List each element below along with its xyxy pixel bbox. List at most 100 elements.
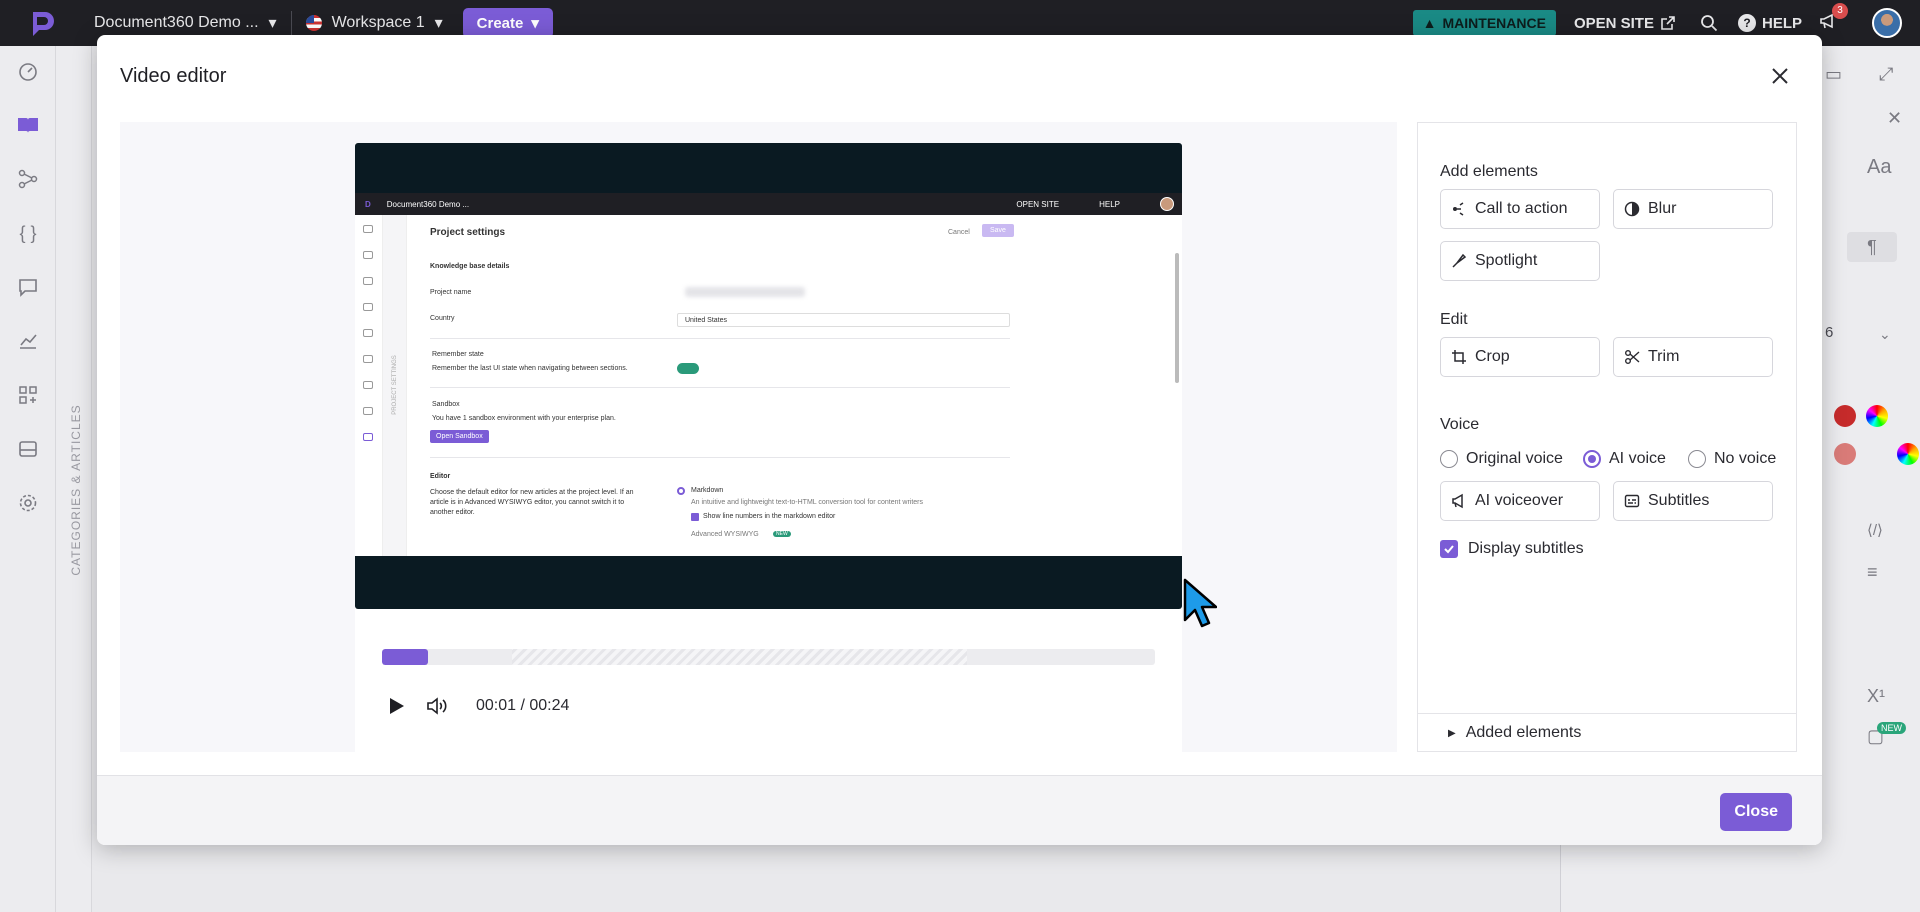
- editor-tools-panel: Add elements Call to action Blur Spotlig…: [1417, 122, 1797, 752]
- color-picker-icon[interactable]: [1897, 443, 1919, 465]
- font-size-value: 6: [1825, 324, 1834, 341]
- play-icon[interactable]: [382, 691, 412, 721]
- voice-option-none[interactable]: No voice: [1688, 450, 1776, 468]
- modal-title: Video editor: [120, 65, 227, 87]
- frame-cancel: Cancel: [948, 229, 970, 236]
- dashboard-icon[interactable]: [16, 60, 40, 84]
- documentation-icon[interactable]: [16, 113, 40, 137]
- subtitles-label: Subtitles: [1648, 492, 1710, 509]
- frame-country-label: Country: [430, 315, 455, 322]
- question-icon: ?: [1737, 14, 1756, 32]
- divider: [290, 11, 292, 35]
- project-name: Document360 Demo ...: [94, 14, 259, 31]
- workflow-icon[interactable]: [16, 167, 40, 191]
- close-icon[interactable]: [1767, 63, 1793, 89]
- integrations-icon[interactable]: [16, 383, 40, 407]
- trim-button[interactable]: Trim: [1613, 337, 1773, 377]
- added-elements-toggle[interactable]: ▶ Added elements: [1418, 713, 1796, 752]
- external-link-icon: [1661, 16, 1675, 30]
- frame-open-site: OPEN SITE: [1016, 199, 1060, 209]
- frame-logo: D: [365, 199, 371, 209]
- time-display: 00:01 / 00:24: [476, 697, 570, 714]
- open-site-label: OPEN SITE: [1573, 14, 1654, 32]
- voice-option-ai[interactable]: AI voice: [1583, 450, 1666, 468]
- subtitles-button[interactable]: Subtitles: [1613, 481, 1773, 521]
- display-subtitles-checkbox[interactable]: Display subtitles: [1440, 540, 1584, 558]
- frame-new-badge: NEW: [773, 531, 791, 537]
- paragraph-icon[interactable]: ¶: [1847, 232, 1897, 262]
- caret-right-icon: ▶: [1448, 727, 1456, 739]
- frame-open-sandbox: Open Sandbox: [430, 430, 489, 443]
- frame-remember-desc: Remember the last UI state when navigati…: [432, 365, 628, 372]
- frame-sandbox-desc: You have 1 sandbox environment with your…: [432, 415, 616, 422]
- api-icon[interactable]: { }: [16, 221, 40, 245]
- frame-editor-desc-3: another editor.: [430, 509, 475, 516]
- code-icon[interactable]: ⟨/⟩: [1867, 521, 1883, 539]
- color-swatch-red[interactable]: [1834, 405, 1856, 427]
- volume-icon[interactable]: [422, 691, 452, 721]
- close-button[interactable]: Close: [1720, 793, 1792, 831]
- video-preview[interactable]: D Document360 Demo ... OPEN SITE HELP PR…: [355, 143, 1182, 609]
- frame-toggle: [677, 363, 699, 374]
- chevron-down-icon[interactable]: ⌄: [1879, 326, 1891, 343]
- expand-icon[interactable]: ⤢: [1879, 64, 1893, 85]
- frame-section-kb: Knowledge base details: [430, 263, 510, 270]
- notification-count: 3: [1832, 2, 1848, 19]
- list-icon[interactable]: ≡: [1867, 562, 1878, 583]
- caret-down-icon: ▾: [434, 15, 443, 32]
- spotlight-button[interactable]: Spotlight: [1440, 241, 1600, 281]
- project-switcher[interactable]: Document360 Demo ... ▾: [94, 13, 277, 33]
- crop-icon: [1451, 349, 1467, 365]
- frame-sandbox-title: Sandbox: [432, 401, 460, 408]
- announcements-button[interactable]: 3: [1818, 2, 1848, 36]
- color-swatch-pink[interactable]: [1834, 443, 1856, 465]
- voice-option-original[interactable]: Original voice: [1440, 450, 1563, 468]
- radio-circle: [1440, 450, 1458, 468]
- modal-footer: Close: [97, 775, 1822, 845]
- document360-logo[interactable]: [20, 0, 64, 46]
- create-label: Create: [476, 14, 524, 32]
- display-subtitles-label: Display subtitles: [1468, 540, 1584, 557]
- comment-icon[interactable]: ▭: [1825, 64, 1842, 85]
- frame-markdown-desc: An intuitive and lightweight text-to-HTM…: [691, 499, 924, 506]
- radio-circle-selected: [1583, 450, 1601, 468]
- maintenance-badge[interactable]: ▲ MAINTENANCE: [1412, 10, 1556, 36]
- warning-icon: ▲: [1422, 15, 1437, 31]
- open-site-link[interactable]: OPEN SITE: [1574, 15, 1676, 32]
- left-navigation: { }: [0, 46, 56, 912]
- close-icon[interactable]: ✕: [1887, 108, 1902, 129]
- radio-circle: [1688, 450, 1706, 468]
- crop-label: Crop: [1475, 348, 1510, 365]
- subtitles-icon: [1624, 493, 1640, 509]
- crop-button[interactable]: Crop: [1440, 337, 1600, 377]
- blur-button[interactable]: Blur: [1613, 189, 1773, 229]
- frame-top-bar: D Document360 Demo ... OPEN SITE HELP: [355, 193, 1182, 215]
- help-button[interactable]: ? HELP: [1737, 14, 1802, 32]
- call-to-action-icon: [1451, 201, 1467, 217]
- ai-voiceover-button[interactable]: AI voiceover: [1440, 481, 1600, 521]
- call-to-action-button[interactable]: Call to action: [1440, 189, 1600, 229]
- settings-icon[interactable]: [16, 491, 40, 515]
- us-flag-icon: [305, 15, 322, 31]
- scissors-icon: [1624, 349, 1640, 365]
- megaphone-icon: [1451, 493, 1467, 509]
- drive-icon[interactable]: [16, 437, 40, 461]
- added-elements-label: Added elements: [1465, 724, 1582, 741]
- frame-markdown: Markdown: [691, 487, 724, 494]
- video-timeline[interactable]: [382, 649, 1155, 665]
- color-picker-icon[interactable]: [1866, 405, 1888, 427]
- frame-project-name-blurred: [685, 287, 805, 297]
- feedback-icon[interactable]: [16, 275, 40, 299]
- frame-scrollbar: [1175, 253, 1179, 383]
- frame-remember-title: Remember state: [432, 351, 484, 358]
- workspace-switcher[interactable]: Workspace 1 ▾: [305, 13, 443, 33]
- user-avatar[interactable]: [1872, 8, 1902, 38]
- timeline-progress[interactable]: [382, 649, 429, 665]
- search-icon[interactable]: [1698, 12, 1720, 34]
- superscript-icon[interactable]: X¹: [1867, 686, 1885, 707]
- video-frame: D Document360 Demo ... OPEN SITE HELP PR…: [355, 193, 1182, 556]
- create-button[interactable]: Create ▾: [462, 8, 553, 38]
- frame-save: Save: [982, 224, 1014, 237]
- font-icon[interactable]: Aa: [1867, 156, 1891, 179]
- analytics-icon[interactable]: [16, 329, 40, 353]
